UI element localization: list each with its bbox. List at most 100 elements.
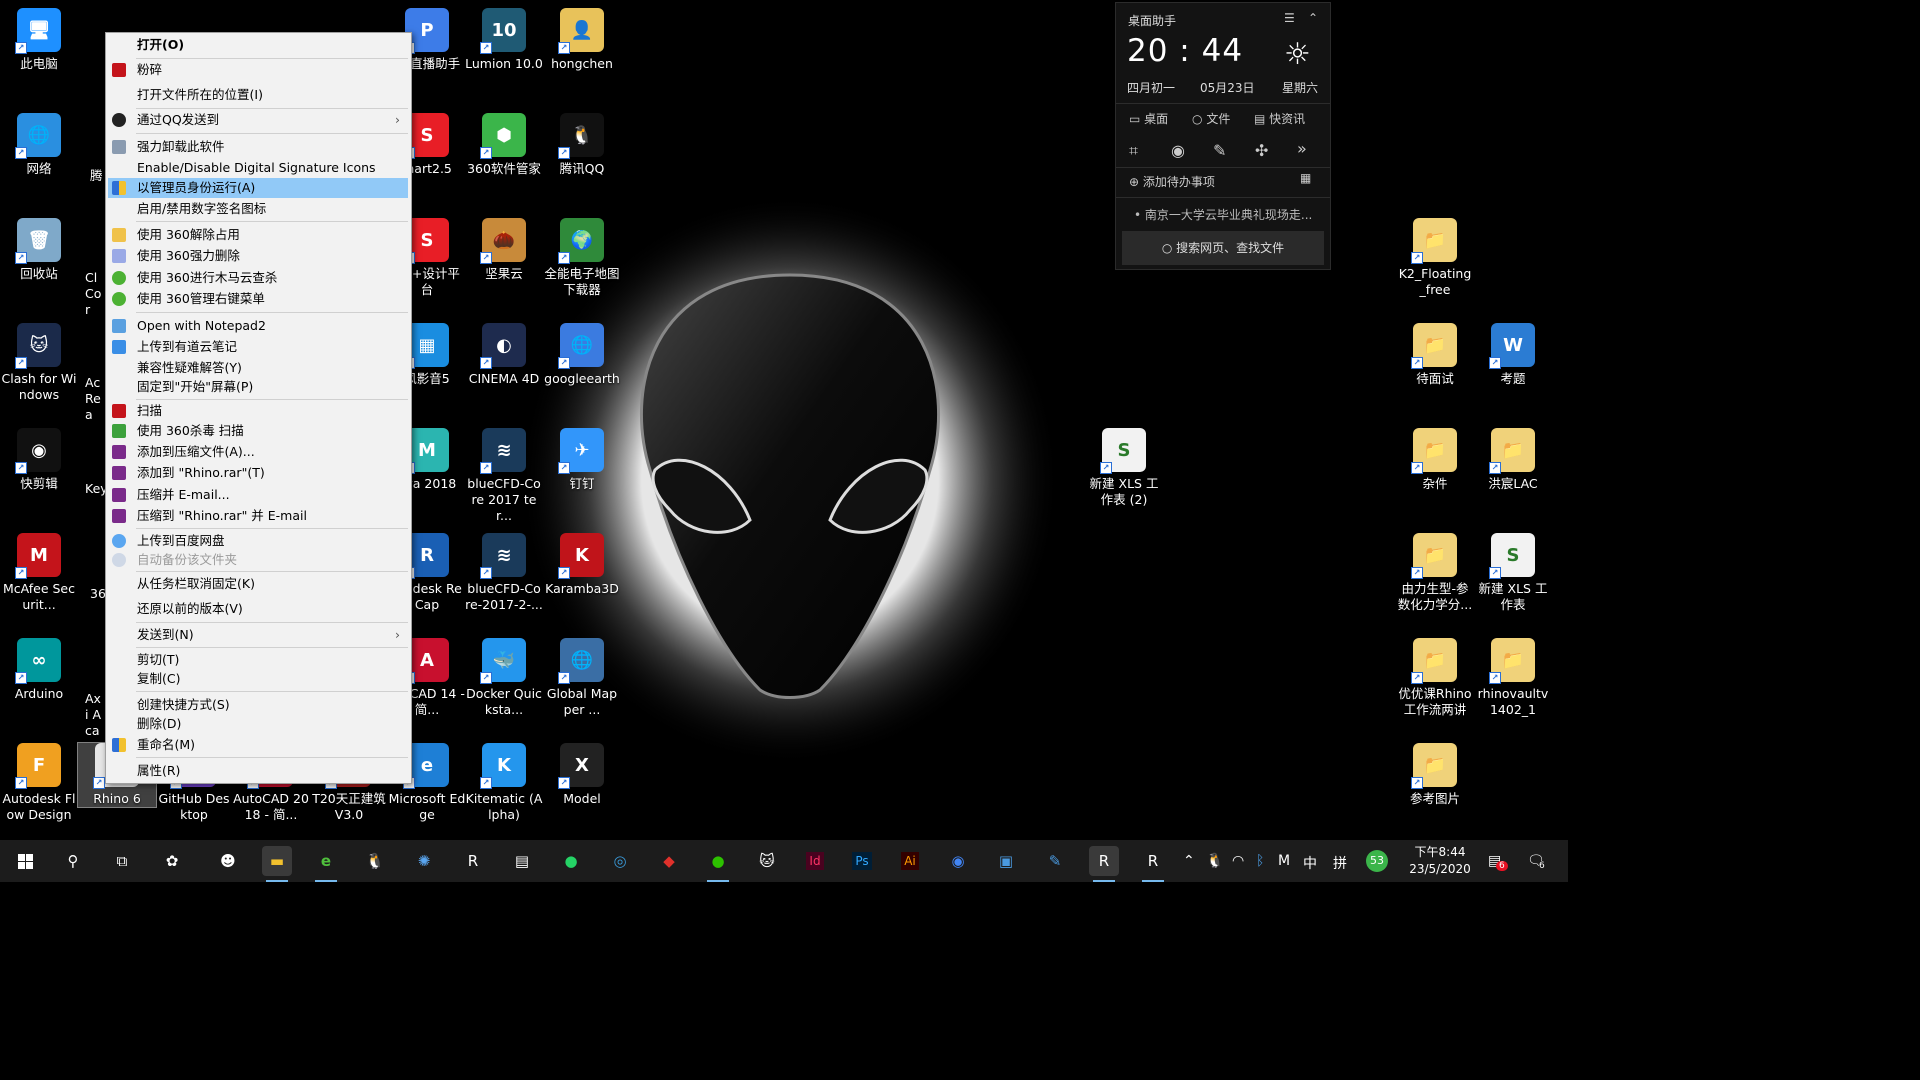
desktop-icon[interactable]: 📁 ↗ K2_Floating_free [1396, 218, 1474, 298]
desktop-icon[interactable]: ✈ ↗ 钉钉 [543, 428, 621, 492]
desktop-icon[interactable]: 👤 ↗ hongchen [543, 8, 621, 72]
menu-pin-start[interactable]: 固定到"开始"屏幕(P) [108, 377, 408, 397]
360-badge-icon[interactable]: 53 [1366, 850, 1388, 872]
desktop-icon[interactable]: 📁 ↗ 优优课Rhino工作流两讲 [1396, 638, 1474, 718]
menu-360-delete[interactable]: 使用 360强力删除 [108, 246, 408, 266]
desktop-icon[interactable]: K ↗ Kitematic (Alpha) [465, 743, 543, 823]
ime-mode-indicator[interactable]: 拼 [1333, 853, 1347, 873]
desktop-icon[interactable]: 🐳 ↗ Docker Quicksta... [465, 638, 543, 718]
ime-indicator[interactable]: 中 [1303, 853, 1317, 873]
bluetooth-icon[interactable]: ᛒ [1256, 853, 1264, 869]
menu-cut[interactable]: 剪切(T) [108, 650, 408, 670]
menu-360-unlock[interactable]: 使用 360解除占用 [108, 225, 408, 245]
menu-digital-signature[interactable]: Enable/Disable Digital Signature Icons [108, 158, 408, 178]
mcafee-tray-icon[interactable]: M [1278, 853, 1290, 869]
menu-open[interactable]: 打开(O) [108, 35, 408, 55]
notification-app-icon[interactable]: ▤ 6 [1488, 853, 1508, 871]
desktop-icon[interactable]: 🐧 ↗ 腾讯QQ [543, 113, 621, 177]
tray-expand-icon[interactable]: ⌃ [1183, 853, 1195, 869]
qq-icon[interactable]: 🐧 [360, 846, 390, 876]
menu-add-rhino-rar[interactable]: 添加到 "Rhino.rar"(T) [108, 463, 408, 483]
menu-360-manage[interactable]: 使用 360管理右键菜单 [108, 289, 408, 309]
desktop-icon[interactable]: W ↗ 考题 [1474, 323, 1552, 387]
menu-delete[interactable]: 删除(D) [108, 714, 408, 734]
menu-restore-versions[interactable]: 还原以前的版本(V) [108, 599, 408, 619]
desktop-icon[interactable]: 🐱 ↗ Clash for Windows [0, 323, 78, 403]
task-view-icon[interactable]: ⧉ [107, 846, 137, 876]
document-icon[interactable]: ▤ [507, 846, 537, 876]
taskbar-clock[interactable]: 下午8:44 23/5/2020 [1405, 844, 1475, 878]
menu-properties[interactable]: 属性(R) [108, 761, 408, 781]
wechat-icon[interactable]: ● [703, 846, 733, 882]
desktop-icon[interactable]: ◉ ↗ 快剪辑 [0, 428, 78, 492]
menu-unpin-taskbar[interactable]: 从任务栏取消固定(K) [108, 574, 408, 594]
wifi-icon[interactable]: ◠ [1232, 853, 1244, 869]
menu-force-uninstall[interactable]: 强力卸载此软件 [108, 137, 408, 157]
search-icon[interactable]: ⚲ [58, 846, 88, 876]
desktop-icon[interactable]: ◐ ↗ CINEMA 4D [465, 323, 543, 387]
desktop-icon[interactable]: 🌰 ↗ 坚果云 [465, 218, 543, 282]
desktop-icon[interactable]: 📁 ↗ 待面试 [1396, 323, 1474, 387]
menu-create-shortcut[interactable]: 创建快捷方式(S) [108, 695, 408, 715]
360-icon[interactable]: ✺ [409, 846, 439, 876]
menu-360-antivirus[interactable]: 使用 360杀毒 扫描 [108, 421, 408, 441]
rhino6-window-icon[interactable]: R [1138, 846, 1168, 882]
edit-icon[interactable]: ✎ [1213, 141, 1226, 160]
indesign-icon[interactable]: Id [800, 846, 830, 876]
menu-compress-email[interactable]: 压缩并 E-mail... [108, 485, 408, 505]
desktop-icon[interactable]: 🌐 ↗ googleearth [543, 323, 621, 387]
desktop-icon[interactable]: 10 ↗ Lumion 10.0 [465, 8, 543, 72]
news-headline[interactable]: • 南京一大学云毕业典礼现场走... [1134, 206, 1312, 223]
desktop-icon[interactable]: 📁 ↗ 洪宸LAC [1474, 428, 1552, 492]
more-icon[interactable]: » [1297, 139, 1307, 158]
collapse-icon[interactable]: ⌃ [1308, 11, 1318, 25]
qq-tray-icon[interactable]: 🐧 [1206, 853, 1223, 869]
desktop-icon[interactable]: 🗑 ↗ 回收站 [0, 218, 78, 282]
desktop-icon[interactable]: K ↗ Karamba3D [543, 533, 621, 597]
menu-compat[interactable]: 兼容性疑难解答(Y) [108, 358, 408, 378]
news-button[interactable]: ▤ 快资讯 [1254, 110, 1305, 127]
desktop-icon[interactable]: S ↗ 新建 XLS 工作表 (2) [1085, 428, 1163, 508]
desktop-icon[interactable]: ⬢ ↗ 360软件管家 [465, 113, 543, 177]
rhino-window-icon[interactable]: R [1089, 846, 1119, 882]
alien-app-icon[interactable]: ☻ [213, 846, 243, 876]
add-todo-button[interactable]: ⊕ 添加待办事项 [1129, 173, 1215, 190]
menu-send-qq[interactable]: 通过QQ发送到 › [108, 110, 408, 130]
menu-send-to[interactable]: 发送到(N) › [108, 625, 408, 645]
window-app-icon[interactable]: ▣ [991, 846, 1021, 876]
illustrator-icon[interactable]: Ai [895, 846, 925, 876]
rhino-icon[interactable]: R [458, 846, 488, 876]
desktop-icon[interactable]: 📁 ↗ rhinovaultv1402_1 [1474, 638, 1552, 718]
photoshop-icon[interactable]: Ps [847, 846, 877, 876]
eye-icon[interactable]: ◉ [1171, 141, 1185, 160]
menu-compress-rhino-email[interactable]: 压缩到 "Rhino.rar" 并 E-mail [108, 506, 408, 526]
menu-scan[interactable]: 扫描 [108, 401, 408, 421]
crop-icon[interactable]: ⌗ [1129, 141, 1138, 161]
start-button[interactable] [10, 846, 40, 876]
desktop-icon[interactable]: F ↗ Autodesk Flow Design [0, 743, 78, 823]
menu-copy[interactable]: 复制(C) [108, 669, 408, 689]
desktop-icon[interactable]: 🌐 ↗ 网络 [0, 113, 78, 177]
menu-notepad2[interactable]: Open with Notepad2 [108, 316, 408, 336]
desktop-button[interactable]: ▭ 桌面 [1129, 110, 1168, 127]
menu-run-as-admin[interactable]: 以管理员身份运行(A) [108, 178, 408, 198]
desktop-icon[interactable]: ∞ ↗ Arduino [0, 638, 78, 702]
widget-search[interactable]: ○ 搜索网页、查找文件 [1122, 231, 1324, 265]
desktop-icon[interactable]: M ↗ McAfee Securit... [0, 533, 78, 613]
desktop-icon[interactable]: X ↗ Model [543, 743, 621, 807]
desktop-icon[interactable]: ≋ ↗ blueCFD-Core 2017 ter... [465, 428, 543, 524]
ie-browser-icon[interactable]: e [311, 846, 341, 882]
menu-add-archive[interactable]: 添加到压缩文件(A)... [108, 442, 408, 462]
feather-app-icon[interactable]: ✎ [1040, 846, 1070, 876]
menu-rename[interactable]: 重命名(M) [108, 735, 408, 755]
clash-icon[interactable]: 🐱 [752, 846, 782, 876]
desktop-icon[interactable]: 📁 ↗ 由力生型-参数化力学分... [1396, 533, 1474, 613]
menu-baidu-upload[interactable]: 上传到百度网盘 [108, 531, 408, 551]
desktop-icon[interactable]: S ↗ 新建 XLS 工作表 [1474, 533, 1552, 613]
menu-open-location[interactable]: 打开文件所在的位置(I) [108, 85, 408, 105]
menu-icon[interactable]: ☰ [1284, 11, 1295, 25]
chrome-icon[interactable]: ◉ [943, 846, 973, 876]
globe-icon[interactable]: ◎ [605, 846, 635, 876]
desktop-icon[interactable]: 🖥 ↗ 此电脑 [0, 8, 78, 72]
desktop-icon[interactable]: ≋ ↗ blueCFD-Core-2017-2-... [465, 533, 543, 613]
